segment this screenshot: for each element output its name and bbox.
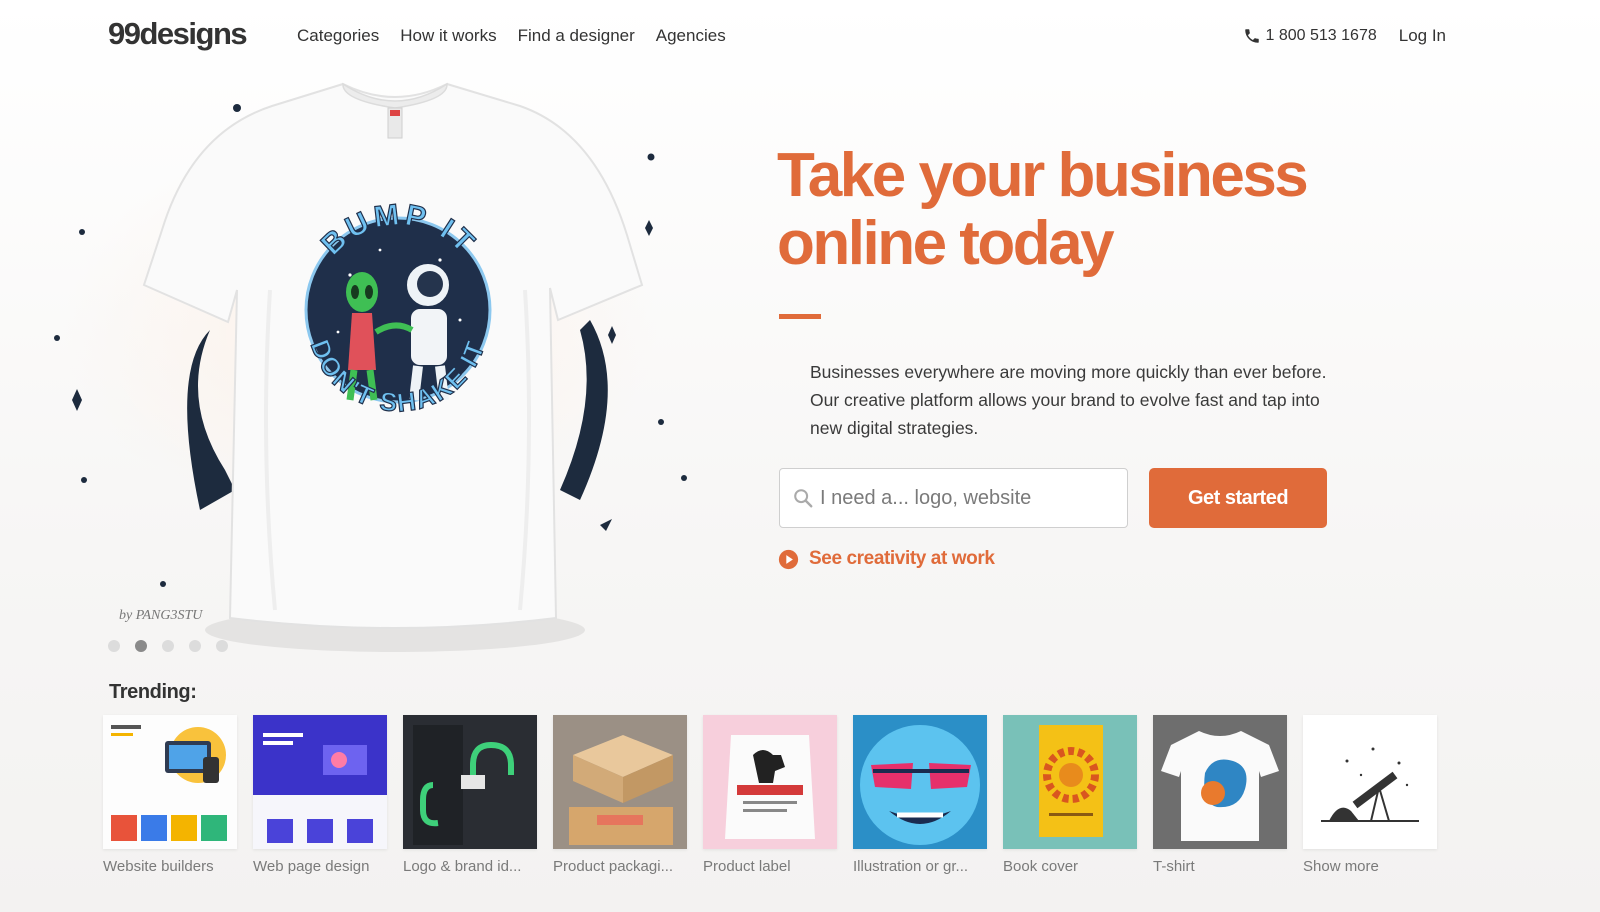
nav-right: 1 800 513 1678 Log In [1243,26,1446,46]
telescope-thumb [1303,715,1437,849]
trending-card-illustration[interactable]: Illustration or gr... [853,715,987,875]
phone-contact[interactable]: 1 800 513 1678 [1243,27,1377,45]
book-thumb [1003,715,1137,849]
search-icon [794,489,813,508]
design-credit[interactable]: by PANG3STU [119,608,202,624]
phone-icon [1244,29,1259,43]
see-creativity-label: See creativity at work [809,548,995,569]
show-more-label: Show more [1303,858,1379,875]
trending-card-logo-brand[interactable]: Logo & brand id... [403,715,537,875]
ink-splash [187,330,235,510]
label-thumb [703,715,837,849]
trending-label: Product label [703,858,791,875]
trending-label: Book cover [1003,858,1079,875]
carousel-dot-3[interactable] [162,640,174,652]
headline-rule [779,314,821,319]
logo[interactable]: 99designs [108,16,248,52]
carousel-dot-5[interactable] [216,640,228,652]
nav-link-agencies[interactable]: Agencies [656,26,726,46]
trending-label: Product packagi... [553,858,674,875]
trending-label: Illustration or gr... [853,858,969,875]
hero-description: Businesses everywhere are moving more qu… [810,362,1327,438]
nav-link-categories[interactable]: Categories [297,26,379,46]
nav-link-how-it-works[interactable]: How it works [400,26,496,46]
trending-card-show-more[interactable]: Show more [1303,715,1437,875]
trending-label: Website builders [103,858,214,875]
illustration-thumb [853,715,987,849]
see-creativity-link[interactable]: See creativity at work [778,548,995,570]
trending-label: Logo & brand id... [403,858,522,875]
trending-card-website-builders[interactable]: Website builders [103,715,237,875]
login-link[interactable]: Log In [1399,26,1446,46]
hero-image: BUMP IT DON'T SHAKE IT by PANG3STU [20,70,720,670]
trending-card-product-label[interactable]: Product label [703,715,837,875]
trending-label: T-shirt [1153,858,1195,875]
tshirt-thumb [1153,715,1287,849]
search-box [779,468,1128,528]
carousel-dot-2[interactable] [135,640,147,652]
carousel-dot-1[interactable] [108,640,120,652]
shirt-print: BUMP IT DON'T SHAKE IT [304,197,492,418]
top-nav: 99designs Categories How it works Find a… [0,0,1600,72]
get-started-button[interactable]: Get started [1149,468,1327,528]
search-input[interactable] [820,469,1120,527]
trending-card-product-packaging[interactable]: Product packagi... [553,715,687,875]
hero-headline: Take your business online today [777,141,1309,278]
phone-number: 1 800 513 1678 [1265,27,1377,44]
nav-link-find-designer[interactable]: Find a designer [518,26,635,46]
trending-card-tshirt[interactable]: T-shirt [1153,715,1287,875]
carousel-dot-4[interactable] [189,640,201,652]
webpage-thumb [253,715,387,849]
nav-links: Categories How it works Find a designer … [297,26,726,46]
trending-card-web-page-design[interactable]: Web page design [253,715,387,875]
trending-card-book-cover[interactable]: Book cover [1003,715,1137,875]
tshirt-illustration: BUMP IT DON'T SHAKE IT [54,82,687,652]
website-thumb [103,715,237,849]
brand-thumb [403,715,537,849]
play-icon [778,549,799,569]
packaging-thumb [553,715,687,849]
trending-list: Website builders Web page design Logo & … [103,715,1437,875]
carousel-dots [108,640,228,652]
trending-title: Trending: [109,681,197,703]
trending-label: Web page design [253,858,370,875]
